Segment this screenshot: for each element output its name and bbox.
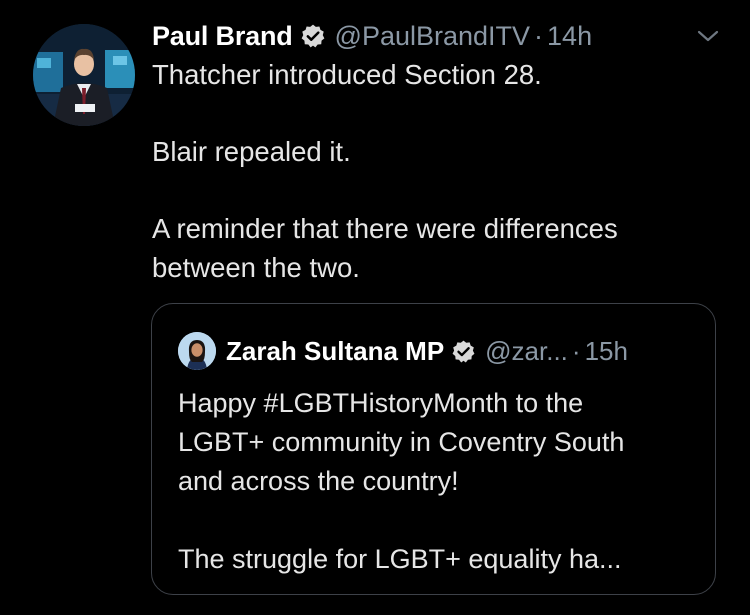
- tweet-timestamp[interactable]: 14h: [547, 21, 592, 52]
- author-name[interactable]: Paul Brand: [152, 21, 293, 52]
- author-avatar[interactable]: [33, 24, 135, 126]
- tweet-text: Thatcher introduced Section 28. Blair re…: [152, 56, 712, 287]
- chevron-down-icon[interactable]: [694, 22, 722, 50]
- quoted-author-handle: @zar...: [485, 335, 568, 366]
- quoted-tweet-text: Happy #LGBTHistoryMonth to the LGBT+ com…: [178, 384, 703, 579]
- tweet-header: Paul Brand @PaulBrandITV · 14h: [152, 18, 592, 54]
- quoted-tweet[interactable]: Zarah Sultana MP @zar... · 15h Happy #LG…: [151, 303, 716, 595]
- verified-badge-icon: [451, 339, 476, 364]
- separator-dot: ·: [534, 20, 544, 51]
- tweet-line: between the two.: [152, 251, 360, 283]
- quoted-author-name: Zarah Sultana MP: [226, 335, 445, 366]
- author-handle[interactable]: @PaulBrandITV: [335, 21, 531, 52]
- quoted-tweet-line: and across the country!: [178, 466, 459, 496]
- quoted-author-avatar: [178, 332, 216, 370]
- tweet-line: Blair repealed it.: [152, 136, 351, 167]
- separator-dot: ·: [571, 335, 581, 366]
- quoted-tweet-timestamp: 15h: [584, 335, 628, 366]
- tweet[interactable]: Paul Brand @PaulBrandITV · 14h Thatcher …: [0, 0, 750, 615]
- quoted-tweet-header: Zarah Sultana MP @zar... · 15h: [226, 332, 628, 370]
- quoted-tweet-line: The struggle for LGBT+ equality ha...: [178, 544, 622, 574]
- tweet-line: A reminder that there were differences: [152, 213, 618, 244]
- verified-badge-icon: [300, 23, 326, 49]
- quoted-tweet-line: Happy #LGBTHistoryMonth to the: [178, 388, 584, 418]
- quoted-avatar-photo: [178, 332, 216, 370]
- tweet-line: Thatcher introduced Section 28.: [152, 59, 542, 90]
- avatar-photo: [33, 24, 135, 126]
- quoted-tweet-line: LGBT+ community in Coventry South: [178, 427, 625, 457]
